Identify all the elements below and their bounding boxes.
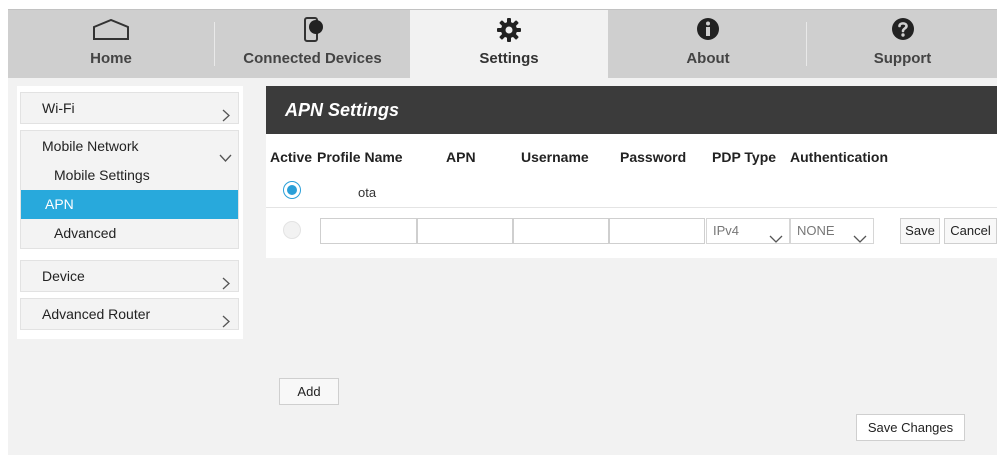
chevron-right-icon xyxy=(222,102,230,132)
sidebar-group-mobile-network: Mobile Network Mobile Settings APN Advan… xyxy=(20,130,239,249)
save-row-button[interactable]: Save xyxy=(900,218,940,244)
sidebar-group-advanced-router: Advanced Router xyxy=(20,298,239,330)
column-header-password: Password xyxy=(620,149,687,165)
sidebar-item-device[interactable]: Device xyxy=(21,261,238,291)
tab-about[interactable]: About xyxy=(608,10,808,79)
gear-icon xyxy=(496,17,522,46)
apn-table: Active Profile Name APN Username Passwor… xyxy=(266,134,997,258)
chevron-down-icon xyxy=(219,142,232,172)
sidebar-item-mobile-network[interactable]: Mobile Network xyxy=(21,131,238,162)
column-header-active: Active xyxy=(270,149,313,165)
sidebar: Wi-Fi Mobile Network Mobile Settings APN… xyxy=(17,86,243,339)
tab-home-label: Home xyxy=(90,50,132,67)
sidebar-subitem-apn[interactable]: APN xyxy=(21,190,238,219)
column-header-authentication: Authentication xyxy=(790,149,888,165)
sidebar-item-wifi[interactable]: Wi-Fi xyxy=(21,93,238,123)
sidebar-item-label: Mobile Network xyxy=(42,138,139,154)
row-divider xyxy=(266,207,997,208)
cancel-row-button[interactable]: Cancel xyxy=(944,218,997,244)
authentication-value: NONE xyxy=(797,223,835,238)
home-icon xyxy=(91,18,131,44)
sidebar-group-device: Device xyxy=(20,260,239,292)
tab-home[interactable]: Home xyxy=(8,10,214,79)
info-icon xyxy=(696,17,720,44)
sidebar-item-label: Advanced Router xyxy=(42,306,151,322)
tab-divider xyxy=(806,22,807,66)
tab-support-label: Support xyxy=(873,50,932,67)
username-input[interactable] xyxy=(513,218,609,244)
pdp-type-value: IPv4 xyxy=(713,223,740,238)
column-header-apn: APN xyxy=(446,149,476,165)
chevron-down-icon xyxy=(769,227,783,251)
tab-settings[interactable]: Settings xyxy=(410,10,608,79)
active-radio-ota[interactable] xyxy=(283,181,301,199)
top-navigation: Home Connected Devices Settings About Su… xyxy=(8,9,997,79)
column-header-username: Username xyxy=(521,149,589,165)
chevron-right-icon xyxy=(222,270,230,300)
pdp-type-select[interactable]: IPv4 xyxy=(706,218,790,244)
sidebar-group-wifi: Wi-Fi xyxy=(20,92,239,124)
content-header: APN Settings xyxy=(266,86,997,134)
question-icon xyxy=(891,17,915,44)
sidebar-item-label: Wi-Fi xyxy=(42,100,75,116)
tab-about-label: About xyxy=(686,50,730,67)
tab-connected-devices[interactable]: Connected Devices xyxy=(215,10,410,79)
active-radio-new[interactable] xyxy=(283,221,301,239)
tab-connected-devices-label: Connected Devices xyxy=(243,50,382,67)
sidebar-item-label: Device xyxy=(42,268,85,284)
page-title: APN Settings xyxy=(285,100,400,120)
tab-support[interactable]: Support xyxy=(808,10,997,79)
sidebar-item-advanced-router[interactable]: Advanced Router xyxy=(21,299,238,329)
add-button[interactable]: Add xyxy=(279,378,339,405)
authentication-select[interactable]: NONE xyxy=(790,218,874,244)
sidebar-subitem-advanced[interactable]: Advanced xyxy=(21,219,238,248)
profile-name-input[interactable] xyxy=(320,218,417,244)
column-header-profile-name: Profile Name xyxy=(317,149,403,165)
password-input[interactable] xyxy=(609,218,705,244)
chevron-down-icon xyxy=(853,227,867,251)
apn-input[interactable] xyxy=(417,218,513,244)
column-header-pdp-type: PDP Type xyxy=(712,149,777,165)
chevron-right-icon xyxy=(222,308,230,338)
phone-device-icon xyxy=(302,17,324,46)
table-cell-profile-name: ota xyxy=(358,185,377,200)
tab-settings-label: Settings xyxy=(479,50,539,67)
save-changes-button[interactable]: Save Changes xyxy=(856,414,965,441)
sidebar-subitem-mobile-settings[interactable]: Mobile Settings xyxy=(21,161,238,190)
